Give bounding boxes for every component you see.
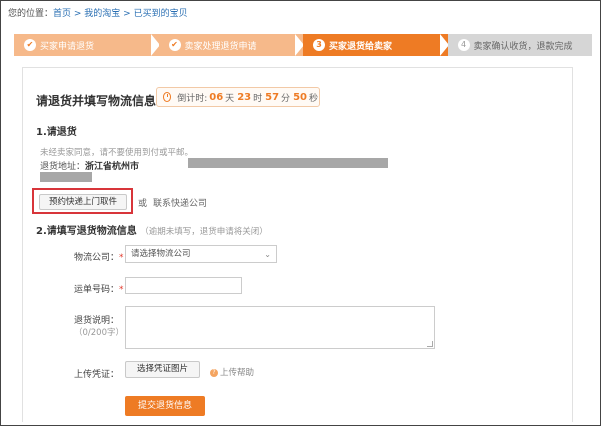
resize-grip-icon[interactable] — [427, 341, 433, 347]
return-note: 未经卖家同意，请不要使用到付或平邮。 — [40, 148, 194, 158]
countdown-timer: 倒计时: 06 天 23 时 57 分 50 秒 — [156, 87, 320, 107]
breadcrumb-sep: > — [120, 9, 134, 19]
note-label: 退货说明： （0/200字） — [74, 313, 124, 338]
step-refund-done: 4 卖家确认收货，退款完成 — [447, 34, 592, 56]
check-icon: ✔ — [24, 39, 36, 51]
section-logistics-hint: （逾期未填写，退货申请将关闭） — [140, 227, 268, 237]
address-label: 退货地址： — [40, 162, 86, 172]
section-logistics-heading: 2.请填写退货物流信息 （逾期未填写，退货申请将关闭） — [36, 222, 268, 237]
countdown-hours: 23 — [237, 91, 252, 103]
section-logistics-title: 2.请填写退货物流信息 — [36, 226, 137, 237]
or-text: 或 — [138, 199, 148, 209]
upload-label: 上传凭证： — [74, 370, 120, 380]
countdown-unit: 分 — [281, 93, 291, 104]
countdown-unit: 时 — [253, 93, 263, 104]
note-textarea[interactable] — [125, 306, 435, 349]
step-arrow — [150, 34, 159, 56]
countdown-unit: 秒 — [308, 93, 318, 104]
submit-button[interactable]: 提交退货信息 — [125, 396, 205, 416]
tracking-label-text: 运单号码： — [74, 285, 120, 295]
chevron-down-icon: ⌄ — [264, 250, 271, 259]
countdown-label: 倒计时: — [177, 93, 208, 104]
countdown-seconds: 50 — [293, 91, 307, 103]
section-return-heading: 1.请退货 — [36, 127, 77, 138]
step-arrow — [439, 34, 448, 56]
address-redaction — [40, 172, 92, 182]
step-label: 卖家处理退货申请 — [184, 41, 257, 52]
check-icon: ✔ — [168, 39, 181, 51]
note-label-text: 退货说明： — [74, 316, 120, 326]
upload-button[interactable]: 选择凭证图片 — [125, 361, 200, 378]
countdown-days: 06 — [209, 91, 224, 103]
required-mark: * — [119, 285, 124, 295]
breadcrumb-home[interactable]: 首页 — [53, 9, 71, 19]
upload-help-text: 上传帮助 — [220, 368, 255, 378]
breadcrumb: 您的位置：首页 > 我的淘宝 > 已买到的宝贝 — [8, 6, 188, 19]
step-arrow — [295, 34, 303, 56]
step-number: 4 — [457, 39, 470, 51]
breadcrumb-sep: > — [71, 9, 85, 19]
page-title: 请退货并填写物流信息 — [36, 94, 157, 108]
required-mark: * — [119, 253, 124, 263]
step-number: 3 — [313, 39, 325, 51]
step-label: 买家退货给卖家 — [329, 41, 393, 52]
company-select-value: 请选择物流公司 — [131, 249, 191, 259]
clock-icon — [163, 92, 172, 102]
step-buyer-return: 3 买家退货给卖家 — [303, 34, 448, 56]
upload-help-link[interactable]: ? 上传帮助 — [210, 366, 254, 378]
step-label: 买家申请退货 — [40, 41, 95, 52]
step-label: 卖家确认收货，退款完成 — [473, 41, 573, 52]
contact-courier-link[interactable]: 联系快递公司 — [153, 196, 207, 209]
company-select[interactable]: 请选择物流公司 ⌄ — [125, 245, 277, 263]
countdown-minutes: 57 — [265, 91, 280, 103]
company-label: 物流公司：* — [74, 250, 124, 263]
address-redaction — [188, 158, 388, 168]
address-value: 浙江省杭州市 — [85, 162, 140, 172]
book-pickup-button[interactable]: 预约快递上门取件 — [39, 194, 127, 210]
note-counter: （0/200字） — [74, 328, 124, 338]
breadcrumb-prefix: 您的位置： — [8, 9, 54, 19]
tracking-input[interactable] — [125, 277, 242, 294]
company-label-text: 物流公司： — [74, 253, 120, 263]
return-address: 退货地址：浙江省杭州市 — [40, 159, 139, 172]
help-icon: ? — [210, 368, 218, 377]
step-apply-return: ✔ 买家申请退货 — [14, 34, 159, 56]
breadcrumb-my-taobao[interactable]: 我的淘宝 — [84, 9, 120, 19]
progress-steps: ✔ 买家申请退货 ✔ 卖家处理退货申请 3 买家退货给卖家 4 卖家确认收货，退… — [14, 34, 592, 56]
step-seller-process: ✔ 卖家处理退货申请 — [158, 34, 303, 56]
countdown-unit: 天 — [225, 93, 235, 104]
tracking-label: 运单号码：* — [74, 282, 124, 295]
breadcrumb-purchased[interactable]: 已买到的宝贝 — [134, 9, 188, 19]
